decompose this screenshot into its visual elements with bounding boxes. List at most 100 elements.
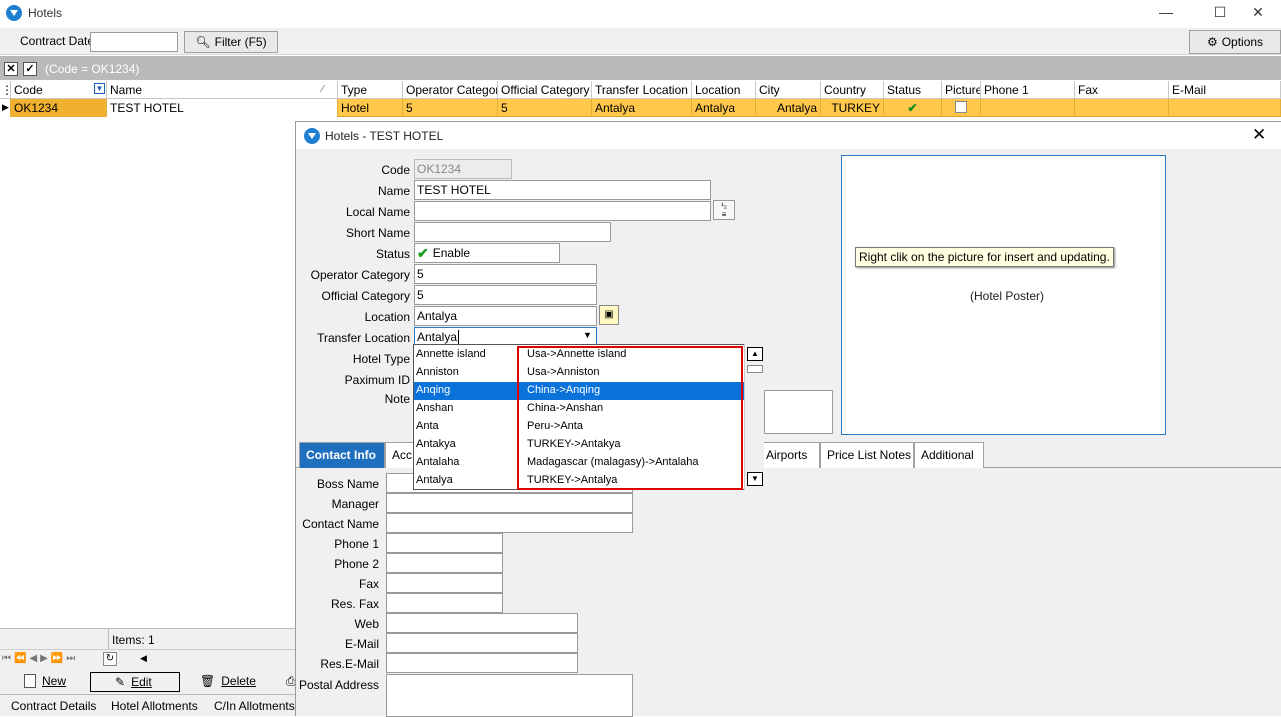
location-field[interactable]: Antalya	[414, 306, 597, 326]
scroll-up-icon[interactable]: ▲	[747, 347, 763, 361]
cell-phone1[interactable]	[981, 99, 1075, 117]
column-header-name[interactable]: Name	[107, 81, 338, 99]
note-field[interactable]	[764, 390, 833, 434]
column-header-picture[interactable]: Picture	[942, 81, 981, 99]
sort-indicator-icon: ⁄	[322, 84, 324, 95]
phone1-field[interactable]	[386, 533, 503, 553]
filter-button[interactable]: 🔍︎ Filter (F5)	[184, 31, 278, 53]
official-category-field[interactable]: 5	[414, 285, 597, 305]
local-name-field[interactable]	[414, 201, 711, 221]
cell-location[interactable]: Antalya	[692, 99, 756, 117]
fax-field[interactable]	[386, 573, 503, 593]
cell-email[interactable]	[1169, 99, 1281, 117]
column-header-city[interactable]: City	[756, 81, 821, 99]
tab-hotel-allotments[interactable]: Hotel Allotments	[111, 699, 198, 713]
poster-tooltip: Right clik on the picture for insert and…	[855, 247, 1114, 267]
item-name: Antalaha	[416, 456, 460, 468]
column-header-email[interactable]: E-Mail	[1169, 81, 1281, 99]
new-button[interactable]: New	[24, 674, 67, 688]
window-titlebar: Hotels — ☐ ✕	[0, 0, 1281, 26]
column-header-transfer-location[interactable]: Transfer Location	[592, 81, 692, 99]
name-field[interactable]: TEST HOTEL	[414, 180, 711, 200]
column-header-fax[interactable]: Fax	[1075, 81, 1169, 99]
column-header-phone1[interactable]: Phone 1	[981, 81, 1075, 99]
scroll-down-icon[interactable]: ▼	[747, 472, 763, 486]
tab-contact-info[interactable]: Contact Info	[299, 442, 385, 468]
magnifier-icon: 🔍︎	[195, 35, 211, 49]
cell-fax[interactable]	[1075, 99, 1169, 117]
scroll-left-icon[interactable]: ◀	[140, 653, 147, 664]
phone2-field[interactable]	[386, 553, 503, 573]
web-field[interactable]	[386, 613, 578, 633]
column-header-operator-category[interactable]: Operator Category	[403, 81, 498, 99]
short-name-field[interactable]	[414, 222, 611, 242]
column-header-country[interactable]: Country	[821, 81, 884, 99]
phone2-label: Phone 2	[334, 557, 379, 571]
contact-name-field[interactable]	[386, 513, 633, 533]
refresh-icon[interactable]: ↻	[103, 652, 117, 666]
summary-bar: Items: 1	[0, 628, 296, 650]
grid-menu-icon[interactable]: ⋮	[0, 81, 11, 99]
grid-footer: Items: 1 ⏮⏪◀▶⏩⏭ ↻ ◀ New ✎ Edit 🗑︎ Delete ⎙…	[0, 628, 296, 716]
column-header-type[interactable]: Type	[338, 81, 403, 99]
column-header-code[interactable]: Code	[11, 81, 107, 99]
bottom-tabs: Contract Details Hotel Allotments C/In A…	[0, 694, 296, 716]
manager-label: Manager	[331, 497, 379, 511]
column-header-official-category[interactable]: Official Category	[498, 81, 592, 99]
close-window-button[interactable]: ✕	[1235, 0, 1281, 26]
tab-contract-details[interactable]: Contract Details	[11, 699, 96, 713]
res-email-field[interactable]	[386, 653, 578, 673]
cell-name[interactable]: TEST HOTEL	[107, 99, 338, 117]
hotel-type-label: Hotel Type	[352, 352, 410, 366]
status-field[interactable]: ✔ Enable	[414, 243, 560, 263]
delete-button[interactable]: 🗑︎ Delete	[200, 674, 256, 688]
operator-category-field[interactable]: 5	[414, 264, 597, 284]
navigator-buttons[interactable]: ⏮⏪◀▶⏩⏭	[2, 653, 78, 664]
cell-official-category[interactable]: 5	[498, 99, 592, 117]
column-header-status[interactable]: Status	[884, 81, 942, 99]
picture-checkbox[interactable]	[955, 101, 967, 113]
table-row[interactable]: ▶ OK1234 TEST HOTEL Hotel 5 5 Antalya An…	[0, 99, 1281, 117]
tab-acc[interactable]: Acc	[385, 442, 415, 468]
tab-price-list-notes[interactable]: Price List Notes	[820, 442, 914, 468]
web-label: Web	[354, 617, 379, 631]
cell-code[interactable]: OK1234	[11, 99, 107, 117]
hotel-poster[interactable]: (Hotel Poster)	[841, 155, 1166, 435]
manager-field[interactable]	[386, 493, 633, 513]
tab-airports[interactable]: Airports	[759, 442, 820, 468]
cell-country[interactable]: TURKEY	[821, 99, 884, 117]
dialog-close-icon[interactable]: ✕	[1252, 125, 1266, 145]
column-header-location[interactable]: Location	[692, 81, 756, 99]
dropdown-scrollbar[interactable]: ▲ ▼	[744, 344, 764, 490]
filter-enable-checkbox[interactable]: ✓	[23, 62, 37, 76]
cell-operator-category[interactable]: 5	[403, 99, 498, 117]
scroll-thumb[interactable]	[747, 365, 763, 373]
location-lookup-icon[interactable]: ▣	[599, 305, 619, 325]
res-fax-field[interactable]	[386, 593, 503, 613]
cell-status-check-icon[interactable]: ✔	[884, 99, 942, 117]
column-filter-icon[interactable]: ▼	[94, 83, 105, 94]
translate-icon[interactable]: ¹₂ ≡	[713, 200, 735, 220]
contract-date-input[interactable]	[90, 32, 178, 52]
cell-type[interactable]: Hotel	[338, 99, 403, 117]
cell-city[interactable]: Antalya	[756, 99, 821, 117]
tab-additional[interactable]: Additional	[914, 442, 984, 468]
short-name-label: Short Name	[345, 226, 410, 240]
check-icon: ✔	[417, 244, 429, 261]
dialog-title: Hotels - TEST HOTEL	[325, 129, 444, 143]
item-name: Antakya	[416, 438, 456, 450]
tab-cin-allotments[interactable]: C/In Allotments	[214, 699, 295, 713]
chevron-down-icon[interactable]: ▼	[583, 330, 592, 340]
options-button[interactable]: ⚙ Options	[1189, 30, 1281, 54]
dialog-logo-icon	[304, 128, 320, 144]
email-field[interactable]	[386, 633, 578, 653]
minimize-button[interactable]: —	[1143, 0, 1189, 26]
cell-transfer-location[interactable]: Antalya	[592, 99, 692, 117]
email-label: E-Mail	[344, 637, 379, 651]
trash-icon: 🗑︎	[200, 674, 216, 688]
clear-filter-icon[interactable]: ✕	[4, 62, 18, 76]
cell-picture[interactable]	[942, 99, 981, 117]
name-label: Name	[377, 184, 410, 198]
postal-address-field[interactable]	[386, 674, 633, 717]
edit-button[interactable]: ✎ Edit	[90, 672, 180, 692]
